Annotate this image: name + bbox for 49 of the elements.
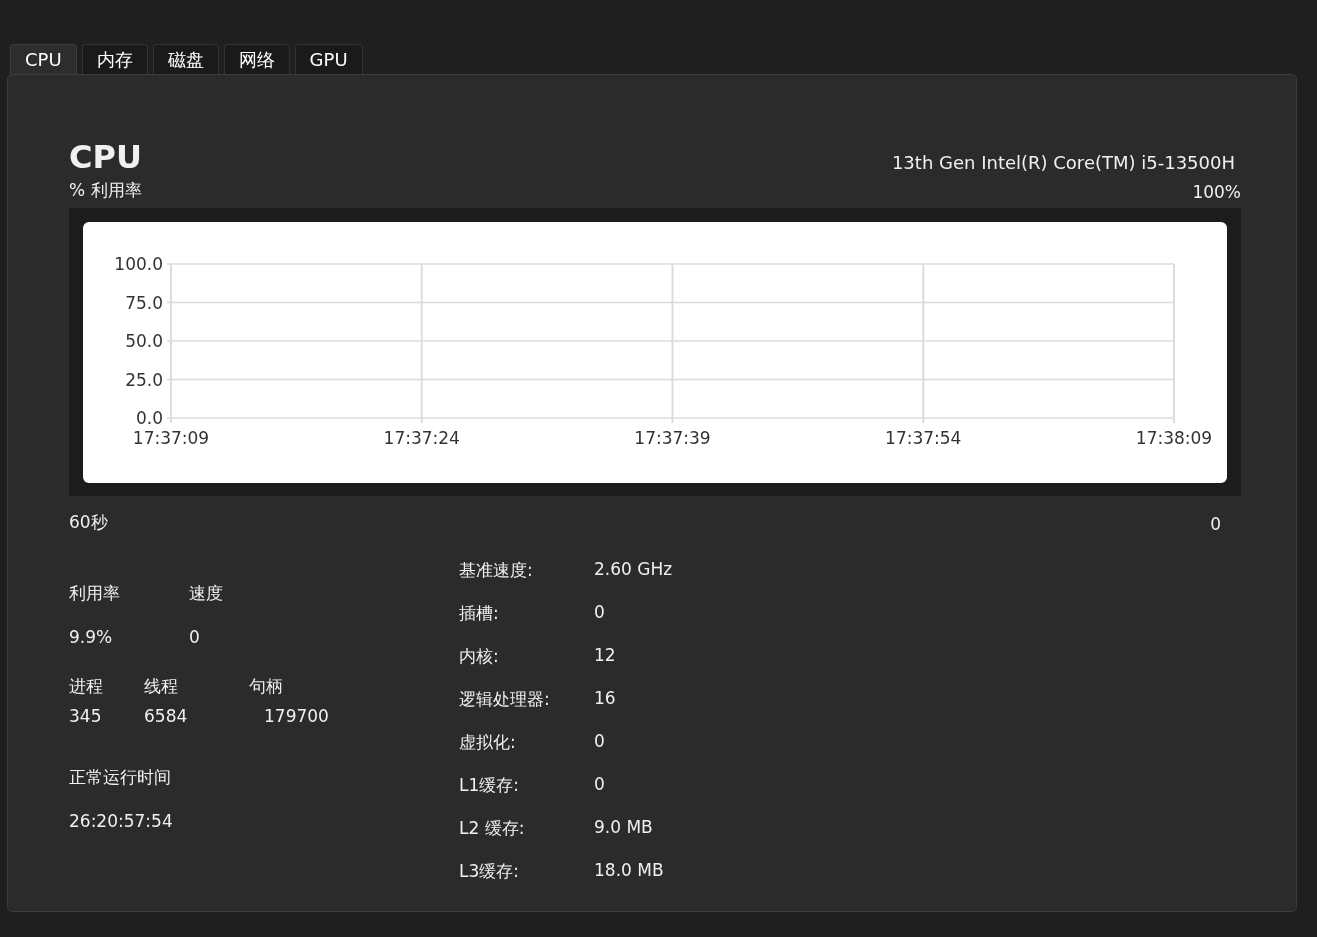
spec-value: 2.60 GHz [594, 559, 674, 581]
tab[interactable]: 网络 [223, 44, 290, 74]
tab[interactable]: CPU [10, 44, 77, 74]
spec-label: L2 缓存: [459, 817, 526, 840]
stat-label: 句柄 [249, 675, 284, 698]
y-tick-label: 100.0 [114, 254, 163, 274]
stat-label: 利用率 [69, 582, 121, 605]
x-tick-label: 17:37:39 [634, 428, 711, 448]
axis-caption: % 利用率 [69, 179, 142, 202]
y-tick-label: 25.0 [125, 369, 163, 390]
stat-value: 345 [69, 706, 102, 726]
stat-label: 进程 [69, 675, 104, 698]
processor-name: 13th Gen Intel(R) Core(TM) i5-13500H [891, 152, 1235, 175]
spec-label: 虚拟化: [459, 731, 517, 754]
spec-value: 9.0 MB [594, 817, 654, 839]
stat-label: 速度 [189, 582, 224, 605]
stat-value: 0 [189, 627, 201, 647]
spec-value: 0 [594, 602, 606, 624]
min-label: 0 [1210, 514, 1221, 534]
tab[interactable]: 内存 [81, 44, 148, 74]
x-tick-label: 17:37:24 [383, 428, 460, 448]
spec-value: 18.0 MB [594, 860, 665, 882]
time-span-label: 60秒 [69, 511, 108, 534]
max-label: 100% [1192, 182, 1241, 202]
spec-label: L1缓存: [459, 774, 520, 797]
y-tick-label: 75.0 [125, 292, 163, 313]
stat-value: 9.9% [69, 627, 114, 647]
stat-label: 正常运行时间 [69, 766, 172, 789]
tab[interactable]: GPU [294, 44, 363, 74]
spec-value: 16 [594, 688, 617, 710]
stat-value: 6584 [144, 706, 188, 726]
y-tick-label: 50.0 [125, 331, 163, 351]
x-tick-label: 17:37:54 [885, 428, 962, 448]
spec-value: 12 [594, 645, 617, 667]
spec-label: 基准速度: [459, 559, 534, 582]
spec-label: L3缓存: [459, 860, 520, 883]
spec-label: 插槽: [459, 602, 500, 625]
tab[interactable]: 磁盘 [152, 44, 219, 74]
stat-label: 线程 [144, 675, 179, 698]
y-tick-label: 0.0 [135, 408, 163, 428]
stat-value: 26:20:57:54 [69, 811, 174, 831]
spec-label: 逻辑处理器: [459, 688, 551, 711]
panel-title: CPU [69, 137, 142, 177]
x-tick-label: 17:38:09 [1135, 428, 1213, 448]
spec-label: 内核: [459, 645, 500, 668]
stat-value: 179700 [264, 706, 329, 726]
spec-value: 0 [594, 731, 606, 753]
spec-value: 0 [594, 774, 606, 796]
x-tick-label: 17:37:09 [132, 428, 210, 448]
